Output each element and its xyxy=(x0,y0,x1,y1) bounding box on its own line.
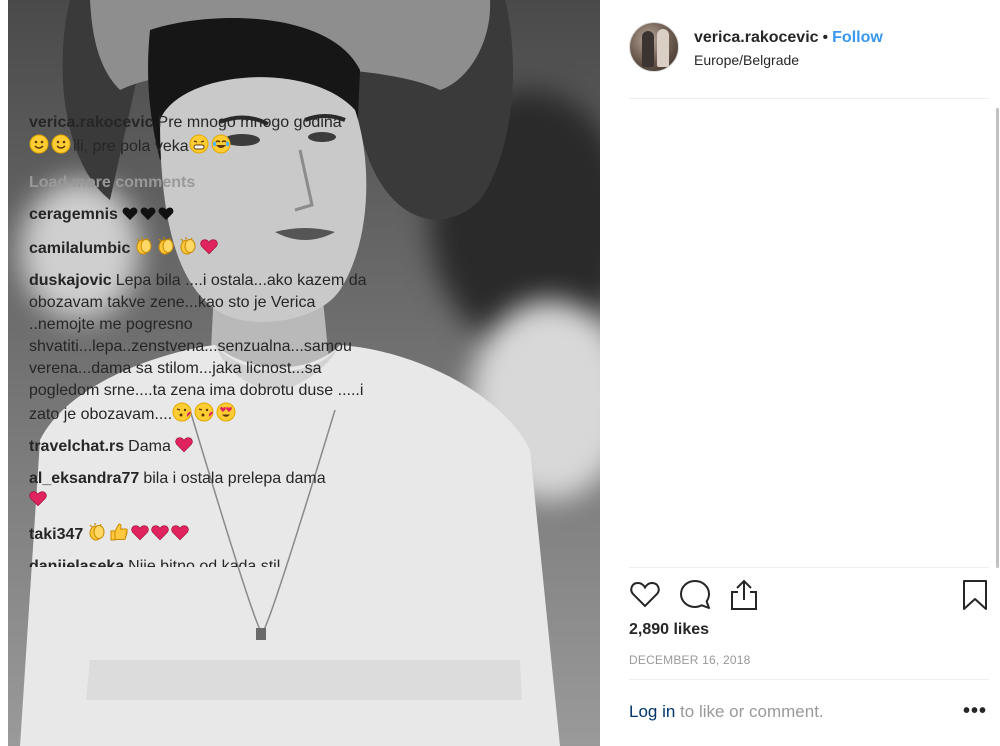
comment-item: al_eksandra77 bila i ostala prelepa dama xyxy=(29,468,371,515)
black-heart-icon xyxy=(140,206,156,229)
follow-button[interactable]: Follow xyxy=(832,29,883,46)
comment-item: duskajovic Lepa bila ....i ostala...ako k… xyxy=(29,270,371,429)
comments-scrollbar[interactable] xyxy=(996,108,999,568)
clapping-hands-icon xyxy=(178,236,198,263)
divider xyxy=(629,567,989,568)
grinning-icon xyxy=(189,134,209,161)
black-heart-icon xyxy=(158,206,174,229)
comment-item: taki347 xyxy=(29,522,371,549)
caption-text: Pre mnogo mnogo godina xyxy=(157,114,342,131)
comment-username[interactable]: ceragemnis xyxy=(29,206,118,223)
login-prompt-text: to like or comment. xyxy=(675,702,824,721)
likes-count[interactable]: 2,890 likes xyxy=(629,621,709,639)
post-header: verica.rakocevic • Follow Europe/Belgrade xyxy=(629,22,989,78)
caption-text: ili, pre pola veka xyxy=(73,138,189,155)
load-more-comments-button[interactable]: Load more comments xyxy=(29,172,371,194)
comment-username[interactable]: travelchat.rs xyxy=(29,438,124,455)
comment-item: ceragemnis xyxy=(29,204,371,229)
photo-left-edge xyxy=(0,0,8,746)
caption: verica.rakocevic Pre mnogo mnogo godina i… xyxy=(29,112,371,161)
kissing-heart-icon xyxy=(194,402,214,429)
red-heart-icon xyxy=(175,436,193,461)
post-date[interactable]: DECEMBER 16, 2018 xyxy=(629,653,750,667)
comments-list: verica.rakocevic Pre mnogo mnogo godina i… xyxy=(29,112,371,567)
heart-eyes-icon xyxy=(216,402,236,429)
comment-text: Lepa bila ....i ostala...ako kazem da ob… xyxy=(29,272,367,423)
username-row: verica.rakocevic • Follow xyxy=(694,27,883,49)
smiley-icon xyxy=(51,134,71,161)
login-prompt: Log in to like or comment. xyxy=(629,702,824,722)
clapping-hands-icon xyxy=(134,236,154,263)
comment-icon[interactable] xyxy=(678,578,712,617)
kissing-heart-icon xyxy=(172,402,192,429)
separator-dot: • xyxy=(822,29,829,46)
red-heart-icon xyxy=(171,524,189,549)
location-link[interactable]: Europe/Belgrade xyxy=(694,52,799,68)
clapping-hands-icon xyxy=(156,236,176,263)
comment-text: Dama xyxy=(128,438,171,455)
red-heart-icon xyxy=(131,524,149,549)
action-bar xyxy=(629,578,989,614)
avatar[interactable] xyxy=(629,22,679,72)
smiley-icon xyxy=(29,134,49,161)
thumbs-up-icon xyxy=(109,522,129,549)
caption-username[interactable]: verica.rakocevic xyxy=(29,114,154,131)
joy-icon xyxy=(211,134,231,161)
comment-item: danijelasekaNije bitno od kada,stil osta… xyxy=(29,556,371,567)
heart-icon[interactable] xyxy=(629,578,661,615)
divider xyxy=(629,98,989,99)
comment-username[interactable]: al_eksandra77 xyxy=(29,470,139,487)
username-link[interactable]: verica.rakocevic xyxy=(694,29,819,46)
more-options-button[interactable]: ••• xyxy=(963,700,987,723)
red-heart-icon xyxy=(29,490,47,515)
comment-item: camilalumbic xyxy=(29,236,371,263)
comment-item: travelchat.rs Dama xyxy=(29,436,371,461)
bookmark-icon[interactable] xyxy=(961,578,989,617)
share-icon[interactable] xyxy=(728,578,760,617)
comment-username[interactable]: camilalumbic xyxy=(29,240,130,257)
divider xyxy=(629,679,989,680)
login-link[interactable]: Log in xyxy=(629,702,675,721)
red-heart-icon xyxy=(151,524,169,549)
black-heart-icon xyxy=(122,206,138,229)
red-heart-icon xyxy=(200,238,219,263)
comment-username[interactable]: danijelaseka xyxy=(29,558,124,567)
comment-username[interactable]: taki347 xyxy=(29,526,83,543)
clapping-hands-icon xyxy=(87,522,107,549)
comment-username[interactable]: duskajovic xyxy=(29,272,112,289)
comment-text: bila i ostala prelepa dama xyxy=(143,470,326,487)
